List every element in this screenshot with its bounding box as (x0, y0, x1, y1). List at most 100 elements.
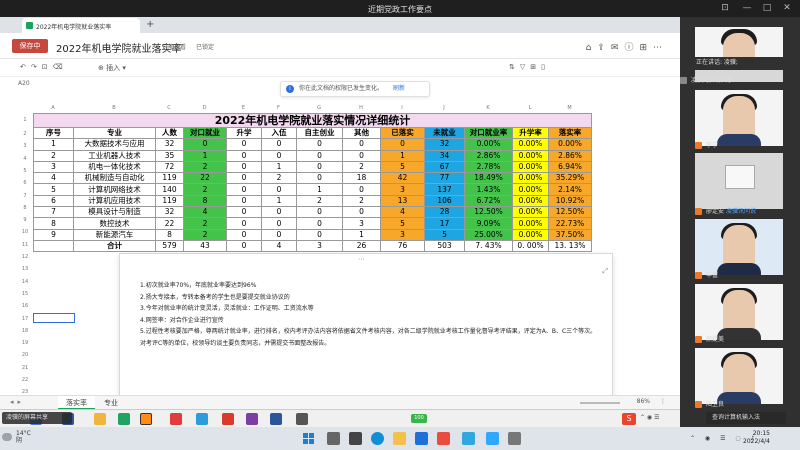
participant-video-lining[interactable] (695, 90, 783, 146)
undo-redo-icons[interactable]: ↶↷⊡⌫ (20, 63, 68, 71)
column-header[interactable]: F (261, 103, 296, 113)
header-cell[interactable]: 落实率 (548, 126, 592, 140)
header-cell[interactable]: 升学 (226, 126, 262, 140)
photoshop-icon[interactable] (486, 432, 499, 445)
table-cell[interactable]: 0 (226, 206, 262, 219)
table-cell[interactable]: 5 (33, 183, 74, 196)
table-cell[interactable]: 0 (261, 138, 297, 151)
table-cell[interactable]: 5 (380, 217, 425, 230)
table-cell[interactable]: 8 (183, 194, 227, 208)
table-cell[interactable]: 0 (226, 183, 262, 196)
column-header[interactable]: M (548, 103, 591, 113)
table-cell[interactable]: 18.49% (464, 172, 513, 185)
total-cell[interactable]: 43 (183, 239, 227, 253)
expand-icon[interactable]: ⤢ (602, 267, 608, 276)
column-header[interactable]: I (380, 103, 424, 113)
table-cell[interactable]: 0.00% (512, 183, 549, 196)
table-cell[interactable]: 工业机器人技术 (73, 149, 156, 162)
close-icon[interactable]: ✕ (780, 2, 794, 14)
table-cell[interactable]: 2.14% (548, 183, 592, 196)
row-number[interactable]: 1 (18, 113, 32, 128)
row-number[interactable]: 19 (18, 337, 32, 349)
table-cell[interactable]: 34 (424, 149, 465, 162)
column-header[interactable]: B (73, 103, 155, 113)
folder-icon[interactable] (94, 413, 106, 425)
table-cell[interactable]: 机械制造与自动化 (73, 172, 156, 185)
weather-widget[interactable]: 14°C 阴 (16, 430, 31, 444)
table-cell[interactable]: 32 (424, 138, 465, 151)
table-cell[interactable]: 计算机网络技术 (73, 183, 156, 196)
table-cell[interactable]: 10.92% (548, 194, 592, 208)
table-cell[interactable]: 1 (261, 194, 297, 208)
table-cell[interactable]: 1 (33, 138, 74, 151)
column-header[interactable]: K (464, 103, 512, 113)
table-cell[interactable]: 0.00% (512, 194, 549, 208)
table-cell[interactable]: 3 (380, 183, 425, 196)
total-cell[interactable]: 503 (424, 239, 465, 253)
table-cell[interactable]: 0.00% (512, 217, 549, 230)
drag-handle-icon[interactable]: ⋯ (358, 255, 365, 263)
table-cell[interactable]: 25.00% (464, 228, 513, 241)
participant-video-luweiliang[interactable] (695, 348, 783, 404)
table-cell[interactable]: 机电一体化技术 (73, 160, 156, 174)
row-number[interactable]: 17 (18, 313, 32, 325)
row-number[interactable]: 21 (18, 362, 32, 374)
table-cell[interactable]: 7 (33, 206, 74, 219)
table-cell[interactable]: 22.73% (548, 217, 592, 230)
column-header[interactable]: H (342, 103, 380, 113)
row-number[interactable]: 3 (18, 140, 32, 152)
table-cell[interactable]: 0 (342, 183, 381, 196)
table-cell[interactable]: 模具设计与制造 (73, 206, 156, 219)
table-cell[interactable]: 3 (342, 217, 381, 230)
table-cell[interactable]: 22 (155, 217, 184, 230)
column-header[interactable]: L (512, 103, 548, 113)
table-cell[interactable]: 119 (155, 194, 184, 208)
clock[interactable]: 20:15 2022/4/4 (743, 430, 770, 446)
total-cell[interactable]: 合计 (73, 239, 156, 253)
permission-dropdown[interactable]: 只能查看 (162, 42, 186, 51)
table-cell[interactable]: 1 (380, 149, 425, 162)
table-cell[interactable]: 新能源汽车 (73, 228, 156, 241)
row-number[interactable]: 5 (18, 165, 32, 177)
table-cell[interactable]: 2.86% (548, 149, 592, 162)
table-cell[interactable]: 6.72% (464, 194, 513, 208)
header-cell[interactable]: 自主创业 (296, 126, 343, 140)
total-cell[interactable]: 76 (380, 239, 425, 253)
header-cell[interactable]: 序号 (33, 126, 74, 140)
total-cell[interactable]: 7. 43% (464, 239, 513, 253)
table-cell[interactable]: 0 (296, 228, 343, 241)
total-cell[interactable]: 579 (155, 239, 184, 253)
table-cell[interactable]: 119 (155, 172, 184, 185)
row-number[interactable]: 2 (18, 128, 32, 140)
sheet-tab-active[interactable]: 落实率 (58, 396, 95, 410)
more-icon[interactable]: ⋮ (660, 398, 666, 405)
remote-app-icon[interactable] (140, 413, 152, 425)
table-cell[interactable]: 0.00% (548, 138, 592, 151)
table-cell[interactable]: 计算机应用技术 (73, 194, 156, 208)
table-cell[interactable]: 1 (261, 160, 297, 174)
table-cell[interactable]: 137 (424, 183, 465, 196)
table-cell[interactable]: 18 (342, 172, 381, 185)
column-header[interactable]: E (226, 103, 261, 113)
row-number[interactable]: 20 (18, 349, 32, 361)
meeting-app-icon[interactable] (415, 432, 428, 445)
table-cell[interactable]: 0 (261, 206, 297, 219)
table-cell[interactable]: 0 (226, 149, 262, 162)
table-cell[interactable]: 9 (33, 228, 74, 241)
table-cell[interactable]: 0 (261, 149, 297, 162)
participant-video-yanjiemei[interactable] (695, 284, 783, 340)
edge-icon[interactable] (371, 432, 384, 445)
onenote-icon[interactable] (246, 413, 258, 425)
total-cell[interactable]: 4 (261, 239, 297, 253)
remote-app-icon[interactable] (196, 413, 208, 425)
header-cell[interactable]: 专业 (73, 126, 156, 140)
table-cell[interactable]: 2.86% (464, 149, 513, 162)
remote-app-icon[interactable] (170, 413, 182, 425)
table-cell[interactable]: 0 (226, 138, 262, 151)
header-cell[interactable]: 其他 (342, 126, 381, 140)
row-number[interactable]: 6 (18, 177, 32, 189)
table-cell[interactable]: 77 (424, 172, 465, 185)
table-cell[interactable]: 0.00% (512, 149, 549, 162)
row-number[interactable]: 11 (18, 239, 32, 251)
table-cell[interactable]: 3 (33, 160, 74, 174)
